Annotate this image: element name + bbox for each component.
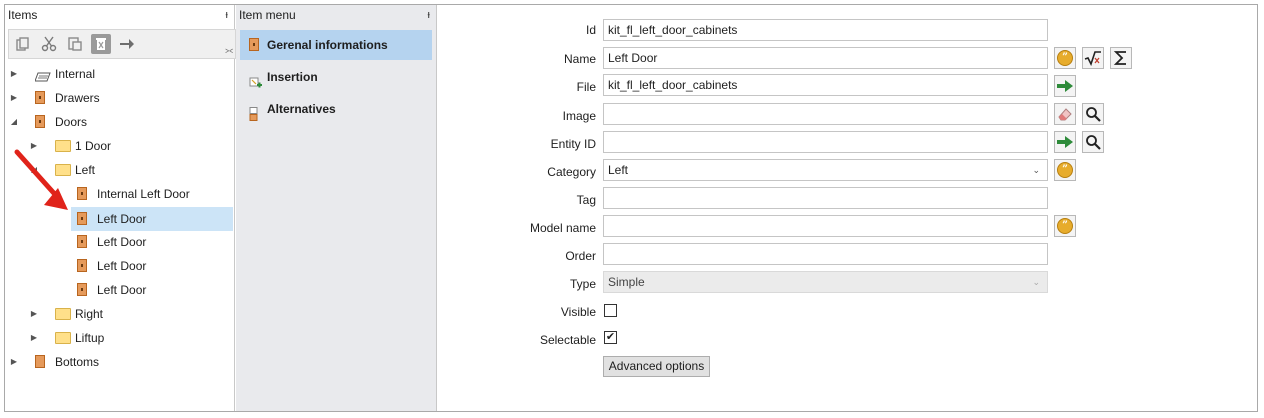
chevron-down-icon: ⌄ bbox=[1032, 277, 1040, 287]
tree-item[interactable]: Left Door bbox=[5, 255, 234, 277]
cabinet-icon bbox=[249, 38, 259, 51]
folder-icon bbox=[55, 308, 71, 322]
cabinet-icon bbox=[35, 355, 49, 369]
visible-checkbox[interactable] bbox=[604, 304, 617, 317]
eraser-icon bbox=[1058, 108, 1072, 121]
category-label: Category bbox=[547, 165, 596, 179]
folder-icon bbox=[55, 332, 71, 346]
menu-item-label: Gerenal informations bbox=[267, 38, 388, 52]
sum-button[interactable] bbox=[1110, 47, 1132, 69]
tree-item-label: Left Door bbox=[97, 283, 147, 297]
id-field[interactable]: kit_fl_left_door_cabinets bbox=[603, 19, 1048, 41]
model-name-field[interactable] bbox=[603, 215, 1048, 237]
item-menu-panel: Item menu ᵼ Gerenal informations Inserti… bbox=[236, 5, 437, 411]
entity-id-label: Entity ID bbox=[550, 137, 596, 151]
image-field[interactable] bbox=[603, 103, 1048, 125]
translate-model-button[interactable]: ” bbox=[1054, 215, 1076, 237]
entity-id-field[interactable] bbox=[603, 131, 1048, 153]
green-arrow-icon bbox=[1057, 136, 1073, 148]
annotation-arrow bbox=[14, 149, 68, 210]
tree-item-label: Left Door bbox=[97, 235, 147, 249]
translate-button[interactable]: ” bbox=[1054, 47, 1076, 69]
green-arrow-icon bbox=[1057, 80, 1073, 92]
cabinet-icon bbox=[77, 283, 91, 297]
go-to-entity-button[interactable] bbox=[1054, 131, 1076, 153]
tree-item-label: 1 Door bbox=[75, 139, 112, 153]
file-label: File bbox=[576, 80, 596, 94]
tree-item-label: Left Door bbox=[97, 212, 147, 226]
selectable-label: Selectable bbox=[539, 333, 596, 347]
file-field[interactable]: kit_fl_left_door_cabinets bbox=[603, 74, 1048, 96]
quote-icon: ” bbox=[1057, 162, 1073, 178]
alternatives-icon bbox=[249, 102, 259, 132]
pin-icon[interactable]: ᵼ bbox=[428, 5, 430, 25]
tree-item-label: Bottoms bbox=[55, 355, 100, 369]
type-select: Simple ⌄ bbox=[603, 271, 1048, 293]
search-icon bbox=[1086, 107, 1101, 122]
category-select[interactable]: Left ⌄ bbox=[603, 159, 1048, 181]
type-label: Type bbox=[569, 277, 596, 291]
order-field[interactable] bbox=[603, 243, 1048, 265]
image-label: Image bbox=[562, 109, 596, 123]
search-entity-button[interactable] bbox=[1082, 131, 1104, 153]
expand-arrow-icon[interactable]: ▶ bbox=[9, 351, 19, 373]
sigma-icon bbox=[1113, 51, 1126, 65]
tree-item-label: Internal Left Door bbox=[97, 187, 190, 201]
pin-icon[interactable]: ᵼ bbox=[226, 5, 228, 25]
delete-icon[interactable] bbox=[91, 34, 111, 54]
tree-item[interactable]: Left Door bbox=[5, 231, 234, 253]
item-menu-title: Item menu bbox=[239, 8, 296, 22]
model-name-label: Model name bbox=[529, 221, 596, 235]
tree-item[interactable]: ▶ Bottoms bbox=[5, 351, 234, 373]
type-value: Simple bbox=[608, 275, 645, 289]
formula-button[interactable] bbox=[1082, 47, 1104, 69]
menu-item-general-informations[interactable]: Gerenal informations bbox=[240, 30, 432, 60]
name-label: Name bbox=[563, 52, 596, 66]
item-menu-header: Item menu ᵼ bbox=[236, 5, 436, 25]
search-icon bbox=[1086, 135, 1101, 150]
cabinet-icon bbox=[77, 235, 91, 249]
menu-item-label: Insertion bbox=[267, 70, 318, 84]
annotation-arrowhead bbox=[44, 188, 68, 210]
tree-item-label: Liftup bbox=[75, 331, 105, 345]
quote-icon: ” bbox=[1057, 218, 1073, 234]
clear-image-button[interactable] bbox=[1054, 103, 1076, 125]
menu-item-label: Alternatives bbox=[267, 102, 336, 116]
tree-item[interactable]: Left Door bbox=[5, 279, 234, 301]
advanced-options-button[interactable]: Advanced options bbox=[603, 356, 710, 377]
go-to-file-button[interactable] bbox=[1054, 75, 1076, 97]
category-value: Left bbox=[608, 163, 629, 177]
menu-item-alternatives[interactable]: Alternatives bbox=[240, 94, 432, 124]
tree-item[interactable]: ▶ Liftup bbox=[5, 327, 234, 349]
tree-item-selected[interactable]: Left Door bbox=[71, 207, 233, 231]
menu-item-insertion[interactable]: Insertion bbox=[240, 62, 432, 92]
id-label: Id bbox=[585, 23, 596, 37]
tag-field[interactable] bbox=[603, 187, 1048, 209]
expand-arrow-icon[interactable]: ▶ bbox=[29, 303, 39, 325]
name-field[interactable]: Left Door bbox=[603, 47, 1048, 69]
check-icon: ✔ bbox=[605, 331, 616, 343]
tree-item-label: Right bbox=[75, 307, 104, 321]
tree-item[interactable]: ▶ Right bbox=[5, 303, 234, 325]
translate-category-button[interactable]: ” bbox=[1054, 159, 1076, 181]
square-root-icon bbox=[1084, 51, 1101, 66]
toolbar-overflow-icon[interactable]: ⪥ bbox=[225, 45, 233, 56]
expand-arrow-icon[interactable]: ▶ bbox=[29, 327, 39, 349]
cabinet-icon bbox=[77, 259, 91, 273]
selectable-checkbox[interactable]: ✔ bbox=[604, 331, 617, 344]
chevron-down-icon: ⌄ bbox=[1032, 165, 1040, 175]
quote-icon: ” bbox=[1057, 50, 1073, 66]
tag-label: Tag bbox=[576, 193, 596, 207]
order-label: Order bbox=[565, 249, 596, 263]
search-image-button[interactable] bbox=[1082, 103, 1104, 125]
visible-label: Visible bbox=[560, 305, 596, 319]
tree-item-label: Left Door bbox=[97, 259, 147, 273]
arrow-right-icon[interactable] bbox=[117, 34, 137, 54]
